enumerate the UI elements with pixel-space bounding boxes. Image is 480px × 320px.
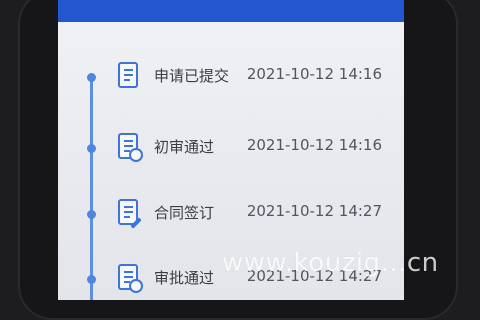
timeline-step-preliminary-approved: 初审通过 2021-10-12 14:16	[58, 131, 404, 171]
step-time: 2021-10-12 14:27	[246, 202, 382, 220]
app-header-bar	[58, 0, 404, 22]
step-time: 2021-10-12 14:16	[246, 136, 382, 154]
timeline-dot	[87, 275, 96, 284]
timeline-dot	[87, 144, 96, 153]
timeline-dot	[87, 210, 96, 219]
step-label: 合同签订	[154, 204, 215, 222]
timeline-step-submitted: 申请已提交 2021-10-12 14:16	[58, 60, 404, 100]
step-time: 2021-10-12 14:16	[246, 65, 382, 83]
step-label: 申请已提交	[154, 67, 230, 85]
timeline-step-contract-signed: 合同签订 2021-10-12 14:27	[58, 197, 404, 237]
document-user-icon	[118, 133, 143, 162]
timeline-dot	[87, 73, 96, 82]
document-sign-icon	[118, 199, 142, 229]
document-list-icon	[118, 62, 138, 88]
document-user-icon	[118, 264, 143, 293]
step-label: 审批通过	[154, 269, 215, 287]
watermark-text: www.kouzig...cn	[222, 248, 439, 278]
step-label: 初审通过	[154, 138, 215, 156]
